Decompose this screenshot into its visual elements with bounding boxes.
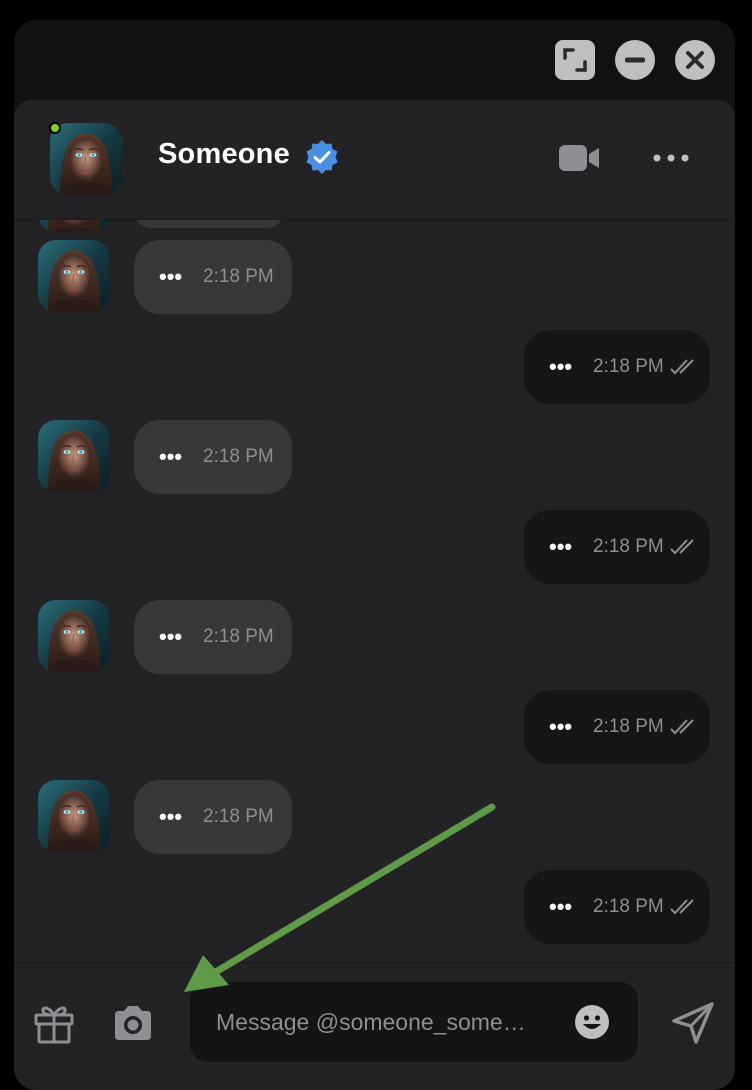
message-text: ••• — [159, 264, 183, 289]
online-status-dot — [49, 122, 61, 134]
chat-panel: Someone ••• 2:18 PM ••• 2:18 PM ••• 2:18… — [14, 100, 735, 1090]
expand-icon[interactable] — [555, 40, 595, 80]
outgoing-message-bubble[interactable]: ••• 2:18 PM — [524, 690, 710, 764]
incoming-message-bubble[interactable]: ••• 2:18 PM — [134, 420, 292, 494]
message-timestamp: 2:18 PM — [593, 536, 664, 557]
message-bubble-partial — [134, 220, 284, 228]
contact-name[interactable]: Someone — [158, 138, 290, 171]
window-controls — [555, 40, 715, 80]
read-receipt-icon — [670, 718, 698, 736]
more-options-icon[interactable] — [651, 150, 691, 166]
read-receipt-icon — [670, 358, 698, 376]
incoming-message-bubble[interactable]: ••• 2:18 PM — [134, 780, 292, 854]
chat-header: Someone — [14, 100, 735, 220]
avatar[interactable] — [38, 600, 110, 672]
message-timestamp: 2:18 PM — [593, 356, 664, 377]
message-text: ••• — [549, 714, 573, 739]
read-receipt-icon — [670, 898, 698, 916]
verified-badge-icon — [304, 139, 340, 175]
camera-icon[interactable] — [111, 1003, 155, 1043]
close-icon[interactable] — [675, 40, 715, 80]
contact-avatar[interactable] — [50, 123, 122, 195]
minimize-icon[interactable] — [615, 40, 655, 80]
gift-icon[interactable] — [32, 1001, 76, 1045]
incoming-message-bubble[interactable]: ••• 2:18 PM — [134, 600, 292, 674]
message-text: ••• — [549, 894, 573, 919]
video-call-icon[interactable] — [557, 143, 601, 173]
emoji-icon[interactable] — [574, 1004, 610, 1040]
outgoing-message-bubble[interactable]: ••• 2:18 PM — [524, 330, 710, 404]
message-input[interactable] — [216, 982, 566, 1062]
incoming-message-bubble[interactable]: ••• 2:18 PM — [134, 240, 292, 314]
message-input-container — [190, 982, 638, 1062]
chat-window: Someone ••• 2:18 PM ••• 2:18 PM ••• 2:18… — [14, 20, 735, 1090]
composer-bar — [14, 962, 735, 1090]
message-text: ••• — [549, 534, 573, 559]
message-timestamp: 2:18 PM — [203, 626, 274, 647]
message-text: ••• — [159, 624, 183, 649]
message-timestamp: 2:18 PM — [203, 266, 274, 287]
message-list[interactable]: ••• 2:18 PM ••• 2:18 PM ••• 2:18 PM ••• 2:18 PM… — [14, 220, 735, 962]
avatar[interactable] — [38, 420, 110, 492]
message-text: ••• — [159, 804, 183, 829]
message-timestamp: 2:18 PM — [593, 896, 664, 917]
message-timestamp: 2:18 PM — [593, 716, 664, 737]
outgoing-message-bubble[interactable]: ••• 2:18 PM — [524, 870, 710, 944]
avatar — [38, 220, 110, 232]
message-timestamp: 2:18 PM — [203, 446, 274, 467]
outgoing-message-bubble[interactable]: ••• 2:18 PM — [524, 510, 710, 584]
avatar[interactable] — [38, 240, 110, 312]
message-text: ••• — [159, 444, 183, 469]
message-timestamp: 2:18 PM — [203, 806, 274, 827]
message-text: ••• — [549, 354, 573, 379]
send-icon[interactable] — [670, 1001, 716, 1045]
avatar[interactable] — [38, 780, 110, 852]
read-receipt-icon — [670, 538, 698, 556]
